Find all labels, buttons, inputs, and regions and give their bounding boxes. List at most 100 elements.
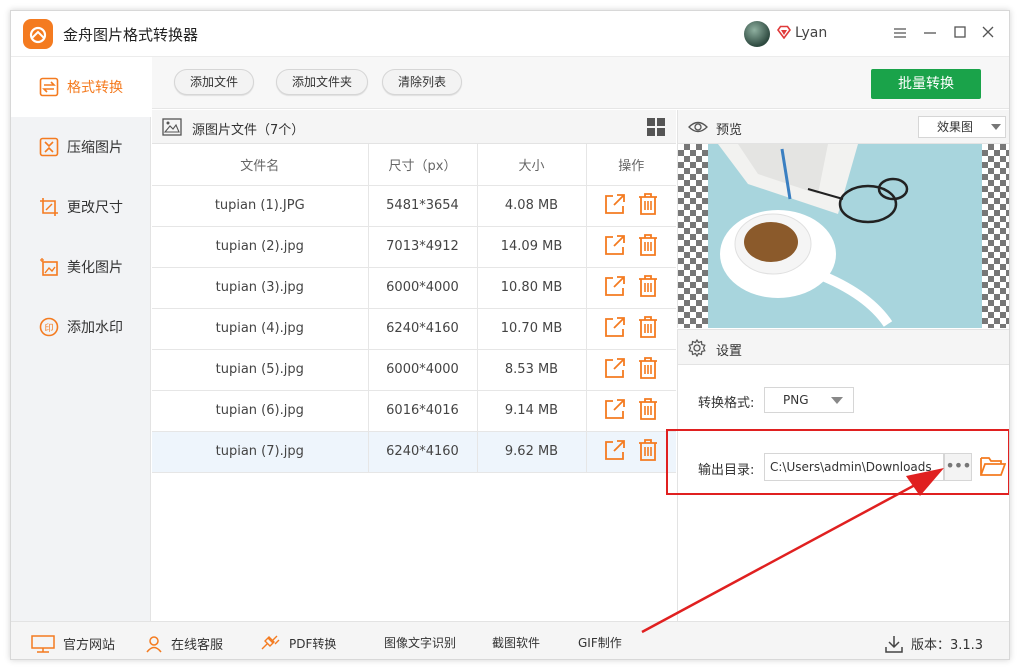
file-size-cell: 9.14 MB bbox=[477, 390, 587, 432]
trash-icon[interactable] bbox=[638, 233, 658, 260]
column-header-actions: 操作 bbox=[586, 144, 676, 186]
open-external-icon[interactable] bbox=[604, 275, 626, 301]
table-row[interactable]: tupian (4).jpg 6240*4160 10.70 MB bbox=[152, 308, 676, 350]
table-row[interactable]: tupian (7).jpg 6240*4160 9.62 MB bbox=[152, 431, 676, 473]
sidebar-item-compress[interactable]: 压缩图片 bbox=[11, 117, 151, 177]
monitor-icon bbox=[31, 634, 55, 653]
sidebar-item-label: 美化图片 bbox=[67, 260, 123, 276]
pdf-convert-label: PDF转换 bbox=[289, 636, 337, 651]
trash-icon[interactable] bbox=[638, 356, 658, 383]
column-header-size[interactable]: 大小 bbox=[477, 144, 587, 186]
column-header-filename[interactable]: 文件名 bbox=[152, 144, 369, 186]
app-window: 金舟图片格式转换器 Lyan 格式转换 压缩图片 更改尺寸 美化图片 印 添加水… bbox=[10, 10, 1010, 660]
pdf-convert-link[interactable]: PDF转换 bbox=[259, 634, 336, 652]
table-row[interactable]: tupian (3).jpg 6000*4000 10.80 MB bbox=[152, 267, 676, 309]
open-external-icon[interactable] bbox=[604, 193, 626, 219]
official-site-link[interactable]: 官方网站 bbox=[31, 634, 115, 653]
chevron-down-icon bbox=[991, 124, 1001, 130]
sidebar: 格式转换 压缩图片 更改尺寸 美化图片 印 添加水印 bbox=[11, 57, 151, 621]
image-icon bbox=[162, 118, 182, 140]
table-header-row: 文件名 尺寸（px） 大小 操作 bbox=[152, 144, 676, 186]
transparency-checker bbox=[678, 144, 708, 328]
format-label: 转换格式: bbox=[698, 396, 755, 411]
version-info[interactable]: 版本：3.1.3 bbox=[885, 634, 983, 653]
file-actions-cell bbox=[586, 431, 676, 473]
sidebar-item-resize[interactable]: 更改尺寸 bbox=[11, 177, 151, 237]
preview-image bbox=[677, 144, 1009, 328]
trash-icon[interactable] bbox=[638, 315, 658, 342]
file-actions-cell bbox=[586, 308, 676, 350]
file-actions-cell bbox=[586, 267, 676, 309]
file-actions-cell bbox=[586, 390, 676, 432]
file-size-cell: 10.80 MB bbox=[477, 267, 587, 309]
ocr-link[interactable]: 图像文字识别 bbox=[384, 634, 456, 651]
app-logo-icon bbox=[23, 19, 53, 49]
gif-link[interactable]: GIF制作 bbox=[578, 634, 622, 651]
preview-mode-select[interactable]: 效果图 bbox=[918, 116, 1006, 138]
trash-icon[interactable] bbox=[638, 274, 658, 301]
file-list-title: 源图片文件（7个） bbox=[192, 123, 305, 138]
maximize-icon[interactable] bbox=[949, 23, 971, 45]
file-name-cell: tupian (7).jpg bbox=[152, 431, 369, 473]
screenshot-link[interactable]: 截图软件 bbox=[492, 634, 540, 651]
transparency-checker bbox=[982, 144, 1009, 328]
official-site-label: 官方网站 bbox=[63, 638, 116, 653]
sidebar-item-beautify[interactable]: 美化图片 bbox=[11, 237, 151, 297]
sidebar-item-watermark[interactable]: 印 添加水印 bbox=[11, 297, 151, 357]
vip-icon bbox=[777, 25, 791, 43]
table-row[interactable]: tupian (5).jpg 6000*4000 8.53 MB bbox=[152, 349, 676, 391]
batch-convert-button[interactable]: 批量转换 bbox=[871, 69, 981, 99]
toolbar: 添加文件 添加文件夹 清除列表 批量转换 bbox=[152, 57, 1009, 109]
sidebar-item-format-convert[interactable]: 格式转换 bbox=[11, 57, 151, 117]
eye-icon bbox=[688, 118, 708, 140]
file-size-cell: 10.70 MB bbox=[477, 308, 587, 350]
settings-header: 设置 bbox=[677, 329, 1009, 365]
sidebar-item-label: 更改尺寸 bbox=[67, 200, 123, 216]
trash-icon[interactable] bbox=[638, 192, 658, 219]
online-service-label: 在线客服 bbox=[171, 638, 224, 653]
table-row[interactable]: tupian (6).jpg 6016*4016 9.14 MB bbox=[152, 390, 676, 432]
trash-icon[interactable] bbox=[638, 438, 658, 465]
file-dims-cell: 6000*4000 bbox=[368, 267, 478, 309]
trash-icon[interactable] bbox=[638, 397, 658, 424]
gear-icon bbox=[688, 338, 706, 361]
folder-open-icon[interactable] bbox=[980, 455, 1007, 481]
column-header-dimensions[interactable]: 尺寸（px） bbox=[368, 144, 478, 186]
user-service-icon bbox=[146, 635, 162, 652]
add-file-button[interactable]: 添加文件 bbox=[174, 69, 254, 95]
file-name-cell: tupian (2).jpg bbox=[152, 226, 369, 268]
file-size-cell: 8.53 MB bbox=[477, 349, 587, 391]
online-service-link[interactable]: 在线客服 bbox=[145, 634, 223, 653]
format-select[interactable]: PNG bbox=[764, 387, 854, 413]
open-external-icon[interactable] bbox=[604, 234, 626, 260]
preview-photo bbox=[708, 144, 982, 328]
ocr-label: 图像文字识别 bbox=[384, 636, 457, 650]
user-name[interactable]: Lyan bbox=[795, 25, 827, 41]
open-external-icon[interactable] bbox=[604, 357, 626, 383]
add-folder-button[interactable]: 添加文件夹 bbox=[276, 69, 368, 95]
output-label: 输出目录: bbox=[698, 463, 755, 478]
browse-more-button[interactable]: ••• bbox=[944, 453, 972, 481]
file-size-cell: 14.09 MB bbox=[477, 226, 587, 268]
output-path-field[interactable]: C:\Users\admin\Downloads bbox=[764, 453, 944, 481]
minimize-icon[interactable] bbox=[919, 23, 941, 45]
table-row[interactable]: tupian (2).jpg 7013*4912 14.09 MB bbox=[152, 226, 676, 268]
beautify-icon bbox=[39, 257, 59, 277]
file-name-cell: tupian (6).jpg bbox=[152, 390, 369, 432]
open-external-icon[interactable] bbox=[604, 439, 626, 465]
clear-list-button[interactable]: 清除列表 bbox=[382, 69, 462, 95]
grid-view-icon[interactable] bbox=[647, 118, 665, 136]
settings-panel: 转换格式: PNG 输出目录: C:\Users\admin\Downloads… bbox=[666, 365, 1009, 621]
convert-icon bbox=[39, 77, 59, 97]
close-icon[interactable] bbox=[977, 23, 999, 45]
table-row[interactable]: tupian (1).JPG 5481*3654 4.08 MB bbox=[152, 185, 676, 227]
menu-icon[interactable] bbox=[889, 23, 911, 45]
open-external-icon[interactable] bbox=[604, 398, 626, 424]
file-dims-cell: 5481*3654 bbox=[368, 185, 478, 227]
avatar[interactable] bbox=[744, 21, 770, 47]
open-external-icon[interactable] bbox=[604, 316, 626, 342]
file-dims-cell: 6240*4160 bbox=[368, 431, 478, 473]
download-icon bbox=[885, 635, 903, 653]
file-dims-cell: 6240*4160 bbox=[368, 308, 478, 350]
file-dims-cell: 7013*4912 bbox=[368, 226, 478, 268]
